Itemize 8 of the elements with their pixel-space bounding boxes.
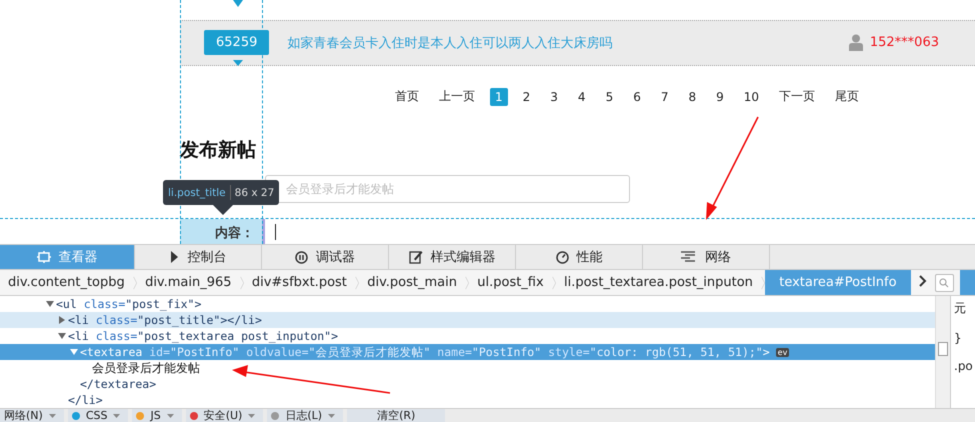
content-label: 内容：: [180, 219, 262, 244]
rule-text: 元: [954, 300, 967, 317]
answer-count-badge: 65259: [204, 30, 270, 56]
user-phone: 152***063: [870, 35, 939, 50]
tooltip-selector: li.post_title: [168, 186, 226, 198]
rule-text: .po: [954, 359, 974, 373]
rule-text: }: [954, 331, 963, 345]
section-heading: 发布新帖: [180, 138, 257, 164]
